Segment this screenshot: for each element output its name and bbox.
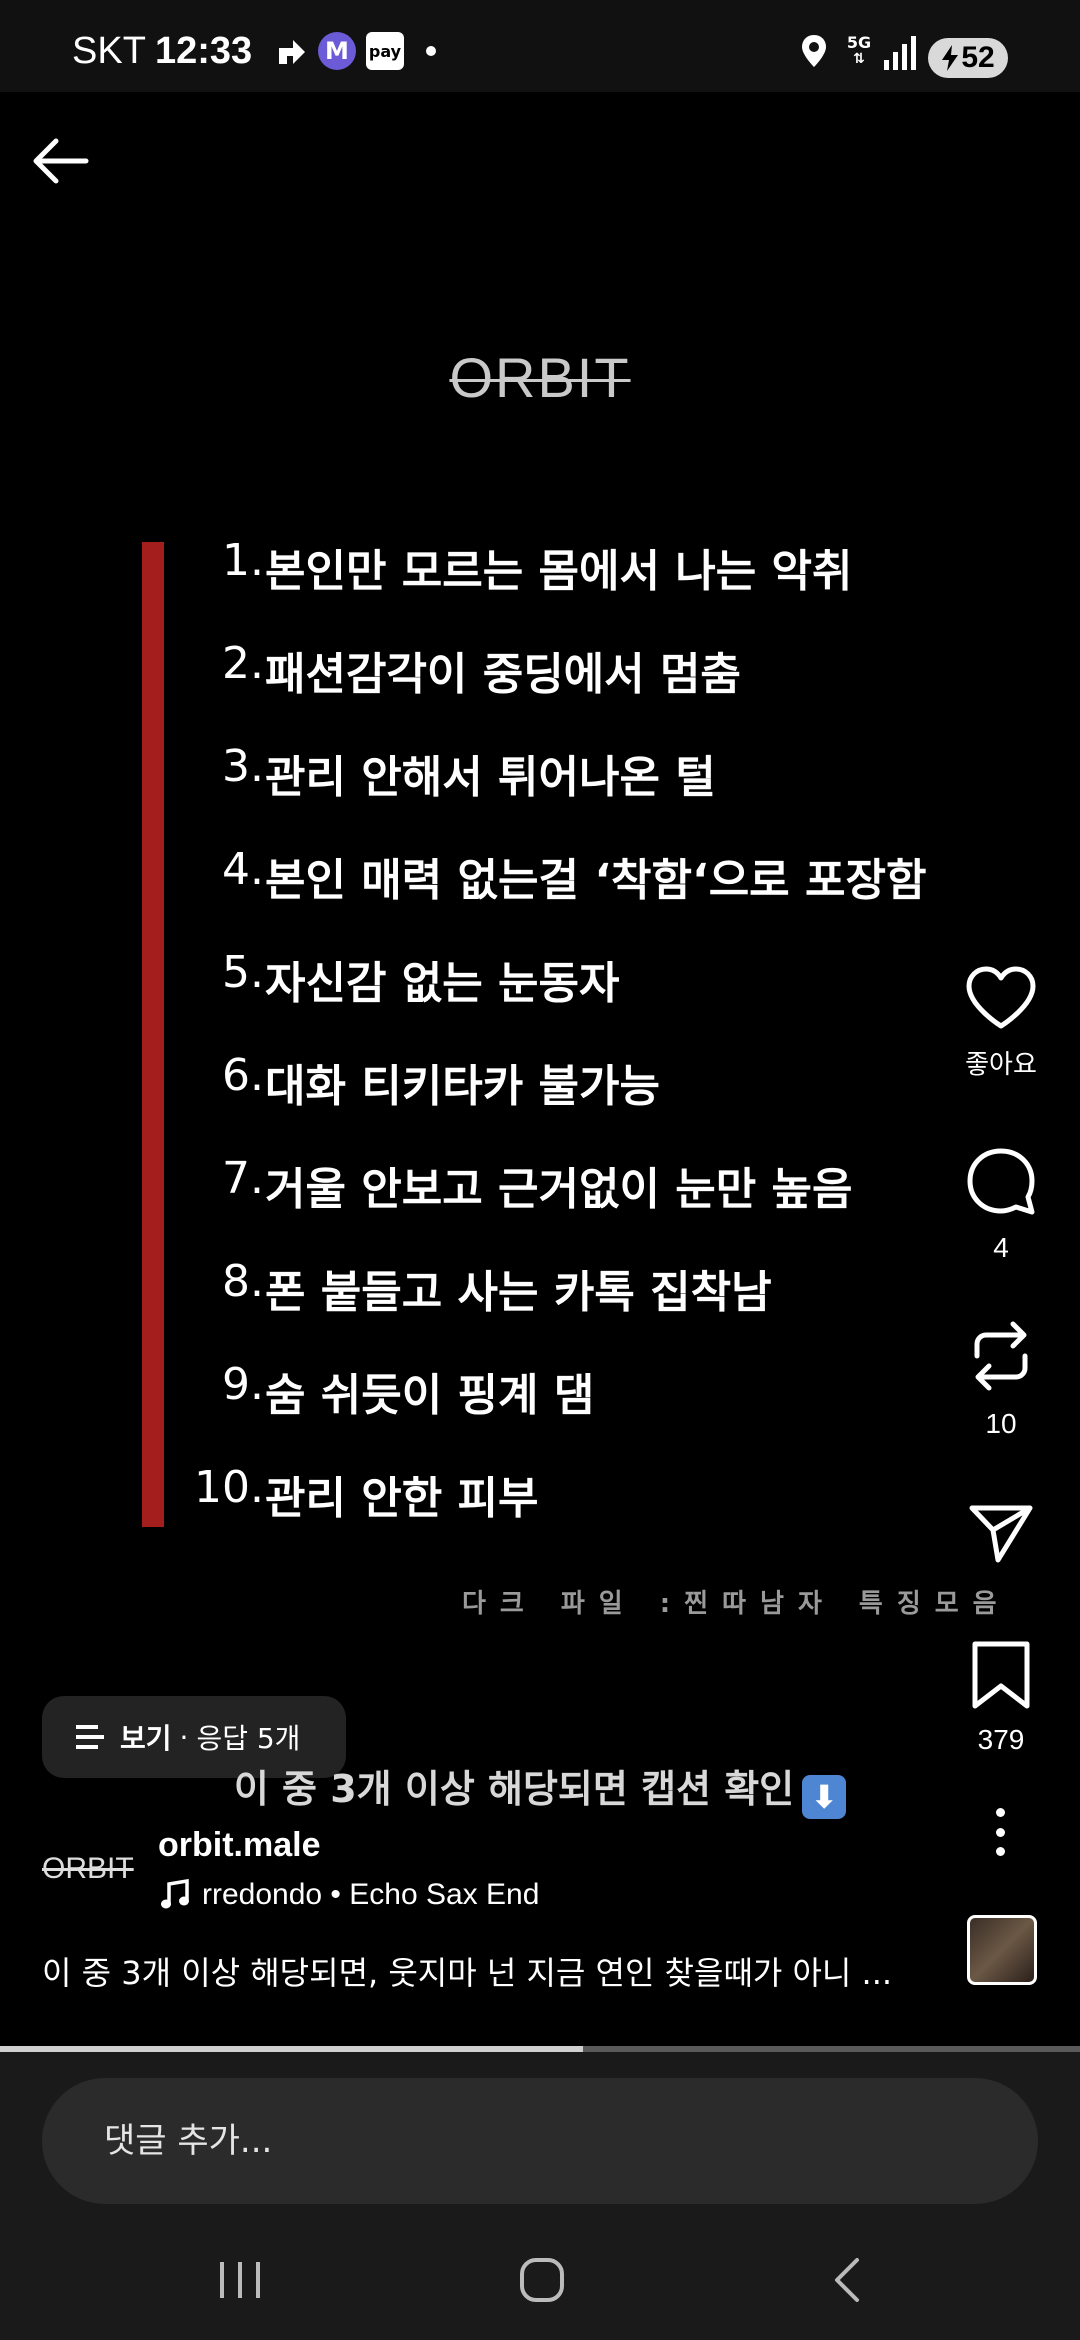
heart-icon bbox=[966, 966, 1036, 1029]
comment-bubble-icon bbox=[967, 1148, 1035, 1215]
list-item-text: 폰 붙들고 사는 카톡 집착남 bbox=[265, 1267, 772, 1318]
list-item-number: 7. bbox=[222, 1153, 264, 1204]
like-label: 좋아요 bbox=[965, 1050, 1037, 1080]
overlay-caption: 이 중 3개 이상 해당되면 캡션 확인 ⬇ bbox=[0, 1758, 1080, 1819]
location-icon bbox=[798, 32, 830, 70]
list-item: 9. 숨 쉬듯이 핑계 댐 bbox=[0, 1359, 1080, 1429]
list-item: 5. 자신감 없는 눈동자 bbox=[0, 947, 1080, 1017]
carrier-label: SKT bbox=[72, 30, 146, 72]
m-app-icon: M bbox=[318, 32, 356, 70]
list-item: 1. 본인만 모르는 몸에서 나는 악취 bbox=[0, 535, 1080, 605]
image-subcaption: 다크 파일 :찐따남자 특징모음 bbox=[462, 1589, 1011, 1619]
list-item-number: 9. bbox=[222, 1359, 264, 1410]
comment-count: 4 bbox=[993, 1232, 1009, 1263]
more-dot-icon bbox=[995, 1847, 1005, 1856]
list-item-number: 4. bbox=[222, 844, 264, 895]
post-description[interactable]: 이 중 3개 이상 해당되면, 웃지마 넌 지금 연인 찾을때가 아니 ... bbox=[42, 1948, 942, 1994]
chevron-left-icon bbox=[835, 2258, 859, 2302]
list-item-text: 관리 안해서 튀어나온 털 bbox=[265, 752, 716, 803]
list-item-number: 8. bbox=[222, 1256, 264, 1307]
replies-count: 응답 5개 bbox=[196, 1722, 301, 1755]
battery-level: 52 bbox=[961, 41, 995, 74]
list-item-number: 1. bbox=[222, 535, 264, 586]
list-item-text: 본인 매력 없는걸 ‘착함‘으로 포장함 bbox=[265, 855, 927, 906]
repost-icon bbox=[974, 1321, 1028, 1391]
list-item: 10. 관리 안한 피부 bbox=[0, 1462, 1080, 1532]
thread-lines-icon bbox=[76, 1725, 104, 1749]
list-item-text: 숨 쉬듯이 핑계 댐 bbox=[265, 1370, 595, 1421]
list-item-text: 관리 안한 피부 bbox=[265, 1473, 539, 1524]
like-button[interactable]: 좋아요 bbox=[955, 966, 1047, 1081]
list-item-number: 2. bbox=[222, 638, 264, 689]
list-item-number: 3. bbox=[222, 741, 264, 792]
nav-arrow-icon bbox=[272, 32, 312, 70]
list-item-text: 거울 안보고 근거없이 눈만 높음 bbox=[265, 1164, 853, 1215]
comment-input[interactable] bbox=[42, 2078, 1038, 2204]
author-avatar[interactable]: ORBIT bbox=[42, 1852, 134, 1886]
pay-icon: pay bbox=[366, 32, 404, 70]
5g-icon: 5G ⇅ bbox=[846, 33, 872, 68]
list-item-number: 10. bbox=[194, 1462, 264, 1513]
nav-home-button[interactable] bbox=[502, 2240, 582, 2320]
notification-dot-icon bbox=[424, 32, 438, 70]
back-button[interactable] bbox=[28, 135, 98, 195]
music-note-icon bbox=[161, 1879, 189, 1909]
music-row[interactable]: rredondo • Echo Sax End bbox=[160, 1878, 539, 1912]
list-item-text: 본인만 모르는 몸에서 나는 악취 bbox=[265, 546, 853, 597]
comment-button[interactable]: 4 bbox=[955, 1146, 1047, 1264]
home-icon bbox=[520, 2258, 564, 2302]
share-button[interactable] bbox=[955, 1502, 1047, 1564]
more-dot-icon bbox=[995, 1827, 1005, 1837]
recents-icon bbox=[220, 2262, 260, 2298]
list-item-text: 자신감 없는 눈동자 bbox=[265, 958, 620, 1009]
save-button[interactable]: 379 bbox=[955, 1640, 1047, 1756]
list-item: 7. 거울 안보고 근거없이 눈만 높음 bbox=[0, 1153, 1080, 1223]
list-item: 6. 대화 티키타카 불가능 bbox=[0, 1050, 1080, 1120]
clock: 12:33 bbox=[155, 30, 253, 72]
overlay-caption-text: 이 중 3개 이상 해당되면 캡션 확인 bbox=[233, 1767, 795, 1811]
signal-icon bbox=[884, 32, 920, 70]
send-icon bbox=[969, 1505, 1033, 1563]
list-item: 2. 패션감각이 중딩에서 멈춤 bbox=[0, 638, 1080, 708]
list-item: 4. 본인 매력 없는걸 ‘착함‘으로 포장함 bbox=[0, 844, 1080, 914]
save-count: 379 bbox=[977, 1724, 1025, 1755]
arrow-left-icon bbox=[33, 138, 89, 184]
author-avatar-text: ORBIT bbox=[42, 1852, 134, 1885]
view-replies-label: 보기 bbox=[120, 1722, 172, 1755]
list-item-text: 패션감각이 중딩에서 멈춤 bbox=[265, 649, 741, 700]
list-item: 3. 관리 안해서 튀어나온 털 bbox=[0, 741, 1080, 811]
bookmark-icon bbox=[972, 1641, 1030, 1709]
list-item: 8. 폰 붙들고 사는 카톡 집착남 bbox=[0, 1256, 1080, 1326]
network-label: 5G bbox=[846, 33, 872, 52]
brand-logo: ORBIT bbox=[0, 345, 1080, 410]
separator: · bbox=[179, 1720, 189, 1754]
audio-thumbnail[interactable] bbox=[967, 1915, 1037, 1985]
list-item-number: 6. bbox=[222, 1050, 264, 1101]
brand-logo-text: ORBIT bbox=[449, 346, 631, 409]
repost-count: 10 bbox=[985, 1408, 1017, 1439]
music-title: rredondo • Echo Sax End bbox=[202, 1878, 540, 1911]
nav-recents-button[interactable] bbox=[200, 2240, 280, 2320]
list-item-number: 5. bbox=[222, 947, 264, 998]
repost-button[interactable]: 10 bbox=[955, 1318, 1047, 1440]
battery-charging-icon: 52 bbox=[928, 38, 1008, 78]
list-item-text: 대화 티키타카 불가능 bbox=[265, 1061, 660, 1112]
status-bar: SKT 12:33 M pay 5G ⇅ 52 bbox=[0, 0, 1080, 92]
down-arrow-icon: ⬇ bbox=[802, 1775, 847, 1819]
username[interactable]: orbit.male bbox=[158, 1826, 320, 1865]
nav-back-button[interactable] bbox=[806, 2240, 886, 2320]
